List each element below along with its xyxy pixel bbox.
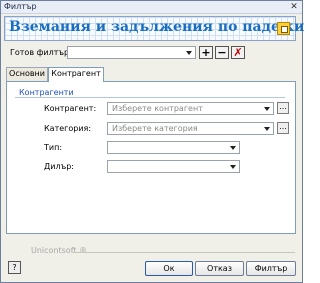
chevron-down-icon xyxy=(264,127,270,131)
browse-contragent-button[interactable]: ... xyxy=(277,102,289,114)
chevron-down-icon xyxy=(186,51,192,55)
report-header: Вземания и задължения по падежи xyxy=(4,16,304,41)
title-bar: Филтър ✕ xyxy=(1,1,302,14)
brand-label: Unicontsoft ® xyxy=(31,246,88,255)
dealer-label: Дилър: xyxy=(44,162,74,171)
add-preset-button[interactable]: + xyxy=(199,46,213,59)
group-divider xyxy=(15,97,285,98)
form-settings-icon[interactable] xyxy=(277,22,290,35)
help-icon[interactable]: ? xyxy=(8,261,21,274)
chevron-down-icon xyxy=(230,165,236,169)
chevron-down-icon xyxy=(230,146,236,150)
type-label: Тип: xyxy=(44,143,63,152)
filter-button[interactable]: Филтър xyxy=(246,261,296,276)
type-combo[interactable] xyxy=(107,141,240,154)
cancel-button[interactable]: Отказ xyxy=(195,261,244,276)
preset-filter-label: Готов филтър: xyxy=(10,48,72,57)
close-icon[interactable]: ✕ xyxy=(289,2,299,12)
tab-contragent[interactable]: Контрагент xyxy=(48,67,104,82)
report-title: Вземания и задължения по падежи xyxy=(9,19,305,35)
chevron-down-icon xyxy=(264,107,270,111)
contragent-label: Контрагент: xyxy=(44,104,97,113)
contragent-combo[interactable]: Изберете контрагент xyxy=(107,102,274,115)
tab-main[interactable]: Основни xyxy=(6,67,48,81)
filter-dialog: Филтър ✕ Вземания и задължения по падежи… xyxy=(0,0,304,283)
category-label: Категория: xyxy=(44,124,92,133)
browse-category-button[interactable]: ... xyxy=(277,122,289,134)
window-title: Филтър xyxy=(4,2,37,11)
ok-button[interactable]: Ок xyxy=(145,261,193,276)
footer-divider xyxy=(73,252,295,253)
dealer-combo[interactable] xyxy=(107,160,240,173)
group-title-contragents: Контрагенти xyxy=(19,88,74,97)
preset-filter-combo[interactable] xyxy=(67,46,196,59)
category-combo[interactable]: Изберете категория xyxy=(107,122,274,135)
delete-preset-button[interactable]: ✗ xyxy=(231,46,245,59)
remove-preset-button[interactable]: − xyxy=(215,46,229,59)
tab-panel-contragent: Контрагенти Контрагент: Изберете контраг… xyxy=(6,81,296,234)
